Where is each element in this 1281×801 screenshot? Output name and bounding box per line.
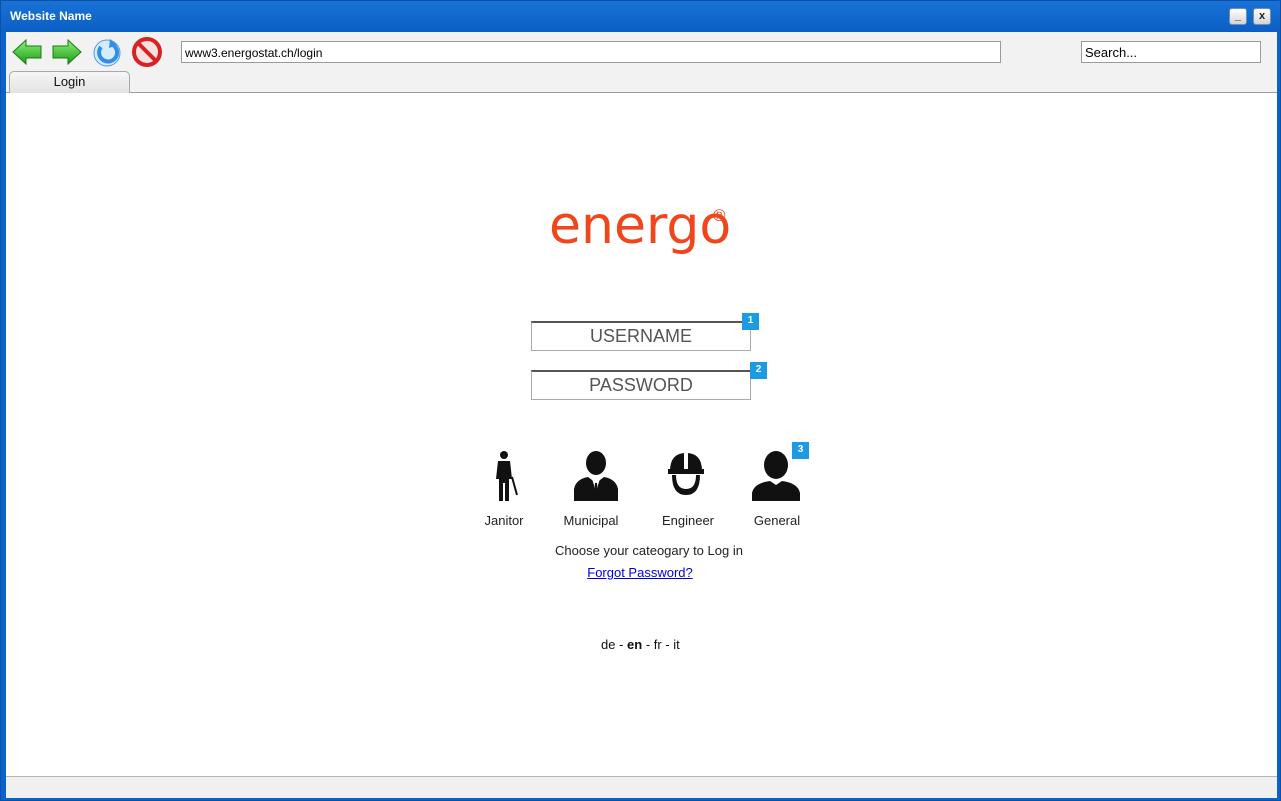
category-hint: Choose your cateogary to Log in bbox=[555, 543, 743, 558]
close-button[interactable]: x bbox=[1253, 8, 1271, 25]
page-content: energo ® USERNAME 1 PASSWORD 2 Janitor M… bbox=[6, 93, 1277, 776]
stop-icon[interactable] bbox=[131, 36, 163, 68]
window-title: Website Name bbox=[10, 9, 92, 23]
refresh-icon[interactable] bbox=[91, 36, 123, 68]
lang-en-link[interactable]: en bbox=[627, 637, 642, 652]
browser-toolbar: www3.energostat.ch/login Search... Login bbox=[6, 32, 1277, 93]
lang-separator: - bbox=[661, 637, 674, 652]
lang-it-link[interactable]: it bbox=[673, 637, 680, 652]
url-field[interactable]: www3.energostat.ch/login bbox=[181, 41, 1001, 63]
minimize-button[interactable]: _ bbox=[1229, 8, 1247, 25]
annotation-badge-3: 3 bbox=[792, 442, 809, 459]
forward-arrow-icon[interactable] bbox=[51, 36, 83, 68]
search-input[interactable]: Search... bbox=[1081, 41, 1261, 63]
lang-de-link[interactable]: de bbox=[601, 637, 615, 652]
browser-window: Website Name _ x www3.energostat.ch/logi… bbox=[0, 0, 1281, 801]
tab-login[interactable]: Login bbox=[9, 71, 130, 93]
back-arrow-icon[interactable] bbox=[11, 36, 43, 68]
energo-logo: energo bbox=[549, 196, 732, 256]
janitor-icon bbox=[496, 451, 518, 501]
category-janitor[interactable] bbox=[490, 449, 520, 501]
annotation-badge-2: 2 bbox=[750, 362, 767, 379]
title-bar: Website Name _ x bbox=[1, 1, 1280, 32]
engineer-icon bbox=[668, 453, 704, 495]
category-label-engineer: Engineer bbox=[661, 513, 715, 528]
category-label-janitor: Janitor bbox=[484, 513, 524, 528]
annotation-badge-1: 1 bbox=[742, 313, 759, 330]
category-label-municipal: Municipal bbox=[563, 513, 619, 528]
municipal-icon bbox=[574, 451, 618, 501]
password-field[interactable]: PASSWORD bbox=[531, 370, 751, 400]
category-municipal[interactable] bbox=[572, 449, 620, 501]
username-field[interactable]: USERNAME bbox=[531, 321, 751, 351]
category-engineer[interactable] bbox=[666, 449, 706, 501]
forgot-password-link[interactable]: Forgot Password? bbox=[499, 565, 781, 580]
registered-mark: ® bbox=[713, 206, 726, 225]
language-switcher: de - en - fr - it bbox=[601, 637, 680, 652]
category-label-general: General bbox=[753, 513, 801, 528]
lang-separator: - bbox=[642, 637, 654, 652]
lang-fr-link[interactable]: fr bbox=[654, 637, 662, 652]
status-bar bbox=[6, 776, 1277, 798]
lang-separator: - bbox=[615, 637, 628, 652]
